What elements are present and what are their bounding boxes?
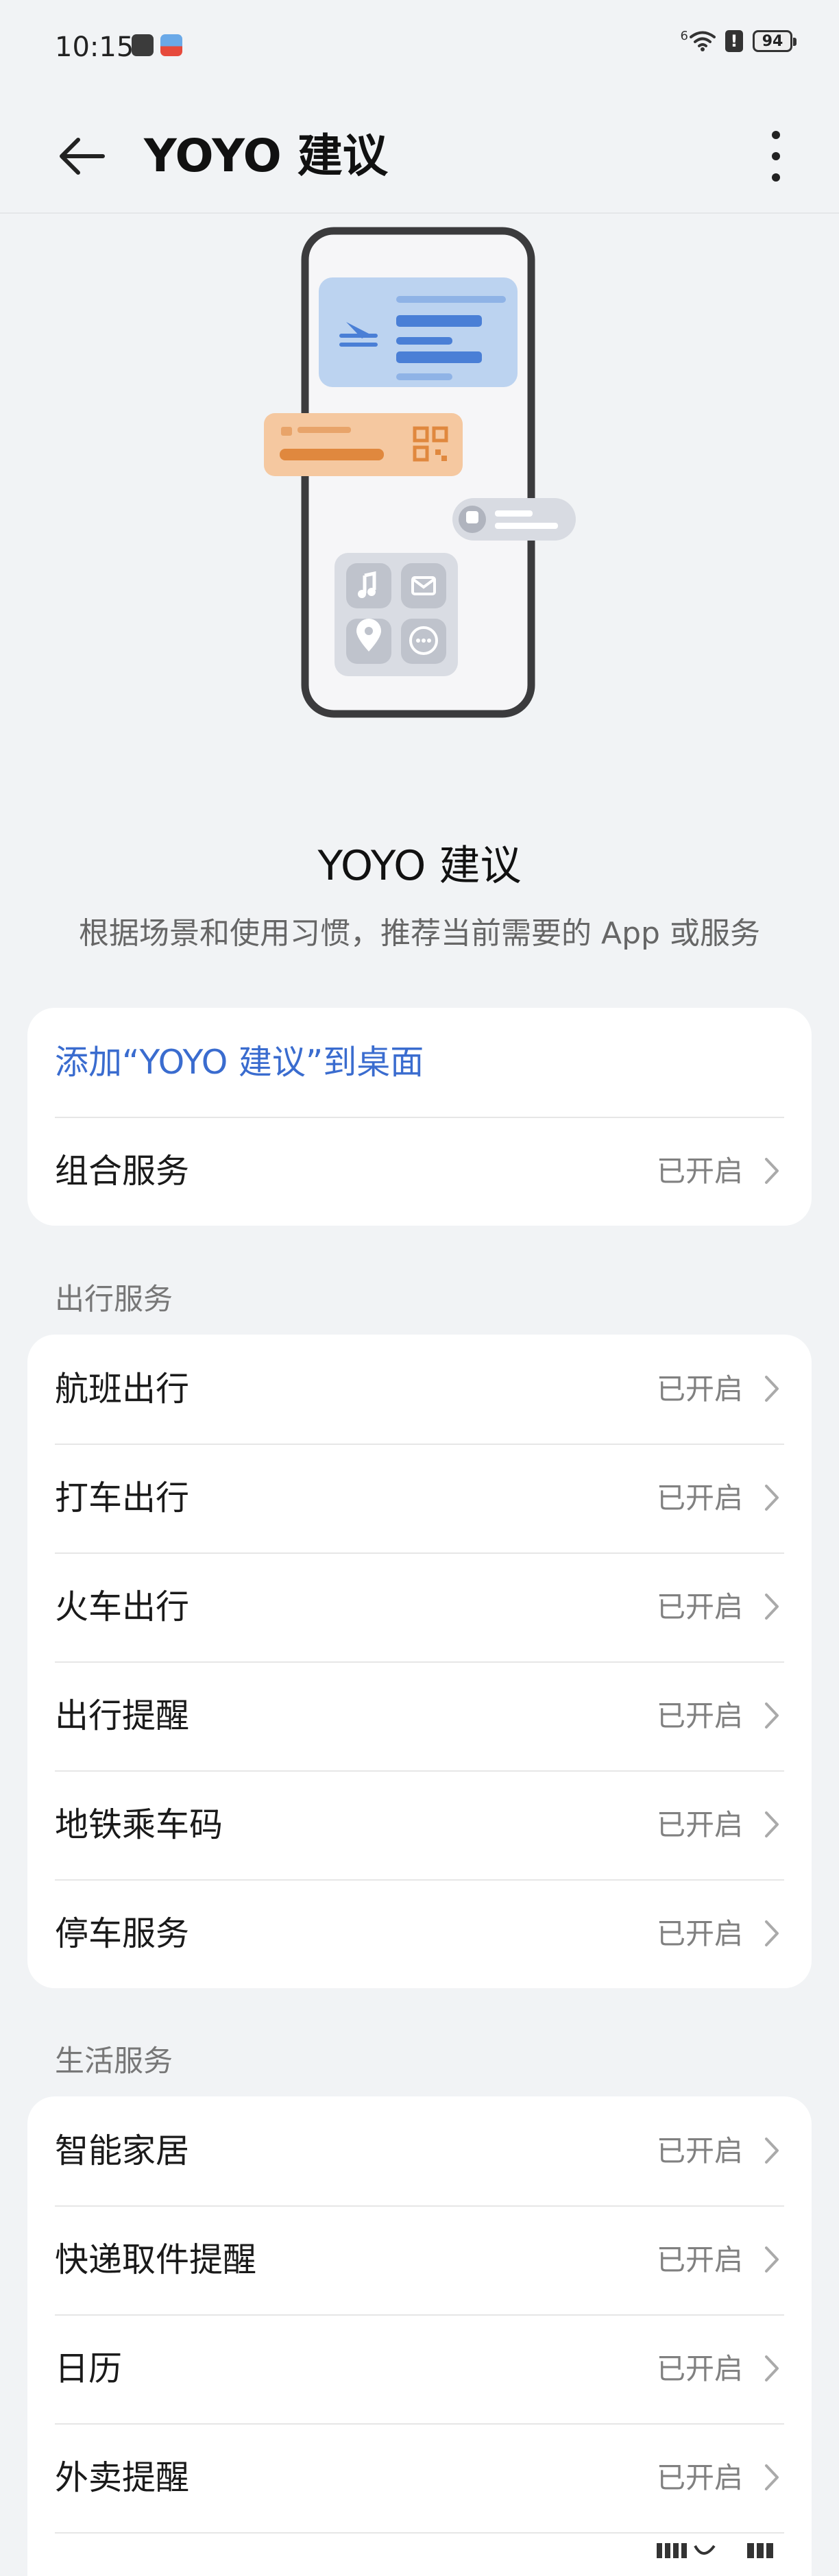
list-item-status: 已开启 <box>656 1699 743 1733</box>
chevron-right-icon <box>765 1376 779 1402</box>
chevron-right-icon <box>765 1811 779 1837</box>
list-item[interactable]: 智能家居 已开启 <box>27 2096 812 2205</box>
status-right: 6 ! 94 <box>680 28 797 52</box>
app-bar: YOYO 建议 <box>0 96 839 214</box>
back-button[interactable] <box>49 123 115 189</box>
battery-icon: 94 <box>753 30 797 52</box>
list-item-label: 地铁乘车码 <box>55 1805 223 1844</box>
status-time: 10:15 <box>55 32 134 63</box>
wifi-icon <box>690 31 716 51</box>
back-arrow-icon <box>60 138 105 175</box>
list-item-status: 已开启 <box>656 1808 743 1842</box>
list-item-label: 火车出行 <box>55 1587 190 1626</box>
page-title: YOYO 建议 <box>144 129 388 182</box>
list-item-label: 日历 <box>55 2349 123 2388</box>
list-item-status: 已开启 <box>656 2461 743 2494</box>
travel-services-card: 航班出行 已开启 打车出行 已开启 火车出行 已开启 出行提醒 已开启 地铁乘车… <box>27 1335 812 1988</box>
list-item-status: 已开启 <box>656 2134 743 2168</box>
chevron-right-icon <box>765 1702 779 1729</box>
list-item-label: 外卖提醒 <box>55 2458 190 2497</box>
add-to-desktop-link[interactable]: 添加“YOYO 建议”到桌面 <box>55 1008 424 1117</box>
list-item-label: 组合服务 <box>55 1152 190 1191</box>
list-item-status: 已开启 <box>656 1917 743 1950</box>
more-options-button[interactable] <box>749 123 803 189</box>
chevron-right-icon <box>765 1920 779 1946</box>
chevron-right-icon <box>765 1485 779 1511</box>
ticket-card-graphic <box>264 413 463 476</box>
list-item-label: 打车出行 <box>55 1478 190 1518</box>
add-to-desktop-row[interactable]: 添加“YOYO 建议”到桌面 <box>27 1008 812 1117</box>
section-title-life: 生活服务 <box>55 2044 173 2079</box>
chevron-right-icon <box>765 2246 779 2272</box>
list-item-label: 智能家居 <box>55 2131 190 2170</box>
list-item[interactable]: 快递取件提醒 已开启 <box>27 2205 812 2314</box>
notification-app-icon <box>132 34 154 56</box>
status-app-icons <box>132 34 182 56</box>
notification-app-icon <box>160 34 182 56</box>
list-item-status: 已开启 <box>656 2243 743 2277</box>
list-item-label: 出行提醒 <box>55 1696 190 1735</box>
more-vertical-icon <box>772 131 780 182</box>
train-chip-graphic <box>452 498 576 541</box>
list-item[interactable]: 日历 已开启 <box>27 2314 812 2423</box>
list-item-label: 停车服务 <box>55 1914 190 1953</box>
list-item[interactable]: 航班出行 已开启 <box>27 1335 812 1444</box>
hero-illustration <box>264 227 576 718</box>
list-item-combined-service[interactable]: 组合服务 已开启 <box>27 1117 812 1226</box>
chevron-right-icon <box>765 2464 779 2490</box>
flight-card-graphic <box>319 277 518 387</box>
list-item-status: 已开启 <box>656 1481 743 1515</box>
top-settings-card: 添加“YOYO 建议”到桌面 组合服务 已开启 <box>27 1008 812 1226</box>
list-item-status: 已开启 <box>656 1372 743 1406</box>
intro-title: YOYO 建议 <box>317 842 522 890</box>
list-item[interactable]: 地铁乘车码 已开启 <box>27 1770 812 1879</box>
alert-icon: ! <box>725 30 743 52</box>
list-item[interactable]: 出行提醒 已开启 <box>27 1661 812 1770</box>
chevron-right-icon <box>765 2138 779 2164</box>
status-bar: 10:15 6 ! 94 <box>0 0 839 96</box>
chevron-right-icon <box>765 1594 779 1620</box>
life-services-card: 智能家居 已开启 快递取件提醒 已开启 日历 已开启 外卖提醒 已开启 <box>27 2096 812 2576</box>
chevron-right-icon <box>765 2355 779 2381</box>
list-item[interactable]: 火车出行 已开启 <box>27 1552 812 1661</box>
network-sup-label: 6 <box>680 28 688 43</box>
battery-level: 94 <box>762 32 783 50</box>
section-title-travel: 出行服务 <box>55 1283 173 1317</box>
list-item-status: 已开启 <box>656 1154 743 1188</box>
list-item[interactable]: 外卖提醒 已开启 <box>27 2423 812 2532</box>
list-item-status: 已开启 <box>656 1590 743 1624</box>
apps-folder-graphic <box>335 553 458 676</box>
list-item[interactable]: 停车服务 已开启 <box>27 1879 812 1988</box>
list-item-label: 航班出行 <box>55 1370 190 1409</box>
list-item-label: 快递取件提醒 <box>55 2240 257 2279</box>
list-item[interactable]: 打车出行 已开启 <box>27 1444 812 1552</box>
chevron-right-icon <box>765 1158 779 1184</box>
watermark-graphic <box>657 2543 773 2558</box>
intro-description: 根据场景和使用习惯，推荐当前需要的 App 或服务 <box>79 916 760 951</box>
list-item-status: 已开启 <box>656 2352 743 2386</box>
